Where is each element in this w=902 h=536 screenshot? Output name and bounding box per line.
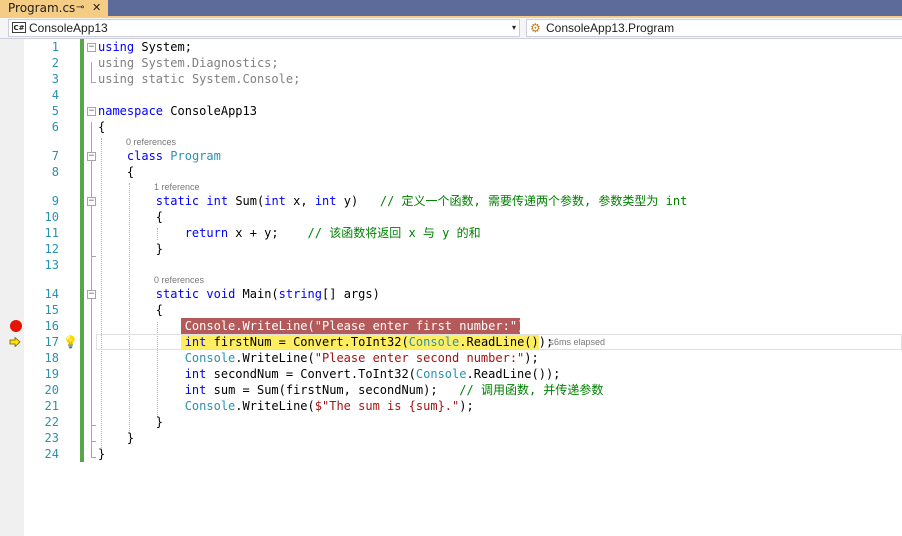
code-line[interactable]: 24 }: [0, 446, 902, 462]
line-number: 15: [44, 303, 59, 317]
class-icon: ⚙: [530, 21, 541, 35]
line-number: 8: [51, 165, 59, 179]
code-line[interactable]: 18 Console.WriteLine("Please enter secon…: [0, 350, 902, 366]
line-number: 16: [44, 319, 59, 333]
line-number: 1: [51, 40, 59, 54]
collapse-icon[interactable]: −: [87, 43, 96, 52]
line-number: 22: [44, 415, 59, 429]
code-text: static void Main(string[] args): [155, 287, 380, 301]
csharp-project-icon: C#: [12, 22, 26, 33]
line-number: 13: [44, 258, 59, 272]
line-number: 23: [44, 431, 59, 445]
code-line[interactable]: 21 Console.WriteLine($"The sum is {sum}.…: [0, 398, 902, 414]
code-text: return x + y; // 该函数将返回 x 与 y 的和: [184, 226, 481, 240]
line-number: 18: [44, 351, 59, 365]
code-text: }: [155, 415, 164, 429]
code-text: {: [126, 165, 135, 179]
code-line[interactable]: 1 − using System;: [0, 39, 902, 55]
code-line[interactable]: 8 {: [0, 164, 902, 180]
project-dropdown[interactable]: C# ConsoleApp13 ▾: [8, 19, 520, 37]
code-line-breakpoint[interactable]: 16 Console.WriteLine("Please enter first…: [0, 318, 902, 334]
collapse-icon[interactable]: −: [87, 197, 96, 206]
line-number: 24: [44, 447, 59, 461]
code-line[interactable]: 6 {: [0, 119, 902, 135]
code-line[interactable]: 15 {: [0, 302, 902, 318]
line-number: 19: [44, 367, 59, 381]
code-text: {: [98, 120, 106, 134]
code-text: using static System.Console;: [98, 72, 301, 86]
code-text: int firstNum = Convert.ToInt32(Console.R…: [184, 335, 554, 349]
line-number: 10: [44, 210, 59, 224]
code-line[interactable]: 7 − class Program: [0, 148, 902, 164]
lightbulb-icon[interactable]: 💡: [63, 335, 78, 349]
code-text: }: [155, 242, 164, 256]
line-number: 14: [44, 287, 59, 301]
line-number: 2: [51, 56, 59, 70]
code-text: {: [155, 303, 164, 317]
code-line[interactable]: 20 int sum = Sum(firstNum, secondNum); /…: [0, 382, 902, 398]
code-text: static int Sum(int x, int y) // 定义一个函数, …: [155, 194, 688, 208]
navigation-bar: C# ConsoleApp13 ▾ ⚙ ConsoleApp13.Program: [0, 18, 902, 39]
code-line[interactable]: 2 using System.Diagnostics;: [0, 55, 902, 71]
collapse-icon[interactable]: −: [87, 107, 96, 116]
code-text: class Program: [126, 149, 221, 163]
code-text: int secondNum = Convert.ToInt32(Console.…: [184, 367, 561, 381]
line-number: 20: [44, 383, 59, 397]
code-line[interactable]: 12 }: [0, 241, 902, 257]
line-number: 7: [51, 149, 59, 163]
code-line-current[interactable]: 17 💡 int firstNum = Convert.ToInt32(Cons…: [0, 334, 902, 350]
code-text: }: [98, 447, 106, 461]
perf-tip[interactable]: ≤6ms elapsed: [549, 334, 605, 350]
line-number: 3: [51, 72, 59, 86]
project-name: ConsoleApp13: [29, 21, 108, 35]
code-line[interactable]: 22 }: [0, 414, 902, 430]
line-number: 12: [44, 242, 59, 256]
breakpoint-icon[interactable]: [10, 320, 22, 332]
document-tab-strip: Program.cs ⊸ ✕: [0, 0, 902, 16]
code-text: }: [126, 431, 135, 445]
code-line[interactable]: 14 − static void Main(string[] args): [0, 286, 902, 302]
member-dropdown[interactable]: ⚙ ConsoleApp13.Program: [526, 19, 902, 37]
code-text: int sum = Sum(firstNum, secondNum); // 调…: [184, 383, 604, 397]
code-text: using System.Diagnostics;: [98, 56, 279, 70]
code-line[interactable]: 13: [0, 257, 902, 273]
code-text: Console.WriteLine($"The sum is {sum}.");: [184, 399, 474, 413]
line-number: 6: [51, 120, 59, 134]
code-text: Console.WriteLine("Please enter second n…: [184, 351, 539, 365]
code-line[interactable]: 5 − namespace ConsoleApp13: [0, 103, 902, 119]
pin-icon[interactable]: ⊸: [76, 0, 84, 16]
line-number: 4: [51, 88, 59, 102]
line-number: 17: [44, 335, 59, 349]
tab-program-cs[interactable]: Program.cs ⊸ ✕: [0, 0, 108, 16]
code-text: {: [155, 210, 164, 224]
tab-title: Program.cs: [8, 1, 76, 15]
code-line[interactable]: 10 {: [0, 209, 902, 225]
execution-arrow-icon[interactable]: [9, 337, 21, 347]
line-number: 21: [44, 399, 59, 413]
member-name: ConsoleApp13.Program: [546, 21, 675, 35]
line-number: 5: [51, 104, 59, 118]
collapse-icon[interactable]: −: [87, 152, 96, 161]
code-text: using System;: [98, 40, 192, 54]
line-number: 9: [51, 194, 59, 208]
code-line[interactable]: 23 }: [0, 430, 902, 446]
code-line[interactable]: 19 int secondNum = Convert.ToInt32(Conso…: [0, 366, 902, 382]
code-text: namespace ConsoleApp13: [98, 104, 257, 118]
close-icon[interactable]: ✕: [92, 0, 101, 16]
line-number: 11: [44, 226, 59, 240]
code-text: Console.WriteLine("Please enter first nu…: [184, 319, 532, 333]
chevron-down-icon: ▾: [511, 23, 516, 32]
collapse-icon[interactable]: −: [87, 290, 96, 299]
code-line[interactable]: 4: [0, 87, 902, 103]
code-line[interactable]: 11 return x + y; // 该函数将返回 x 与 y 的和: [0, 225, 902, 241]
code-line[interactable]: 9 − static int Sum(int x, int y) // 定义一个…: [0, 193, 902, 209]
code-line[interactable]: 3 using static System.Console;: [0, 71, 902, 87]
